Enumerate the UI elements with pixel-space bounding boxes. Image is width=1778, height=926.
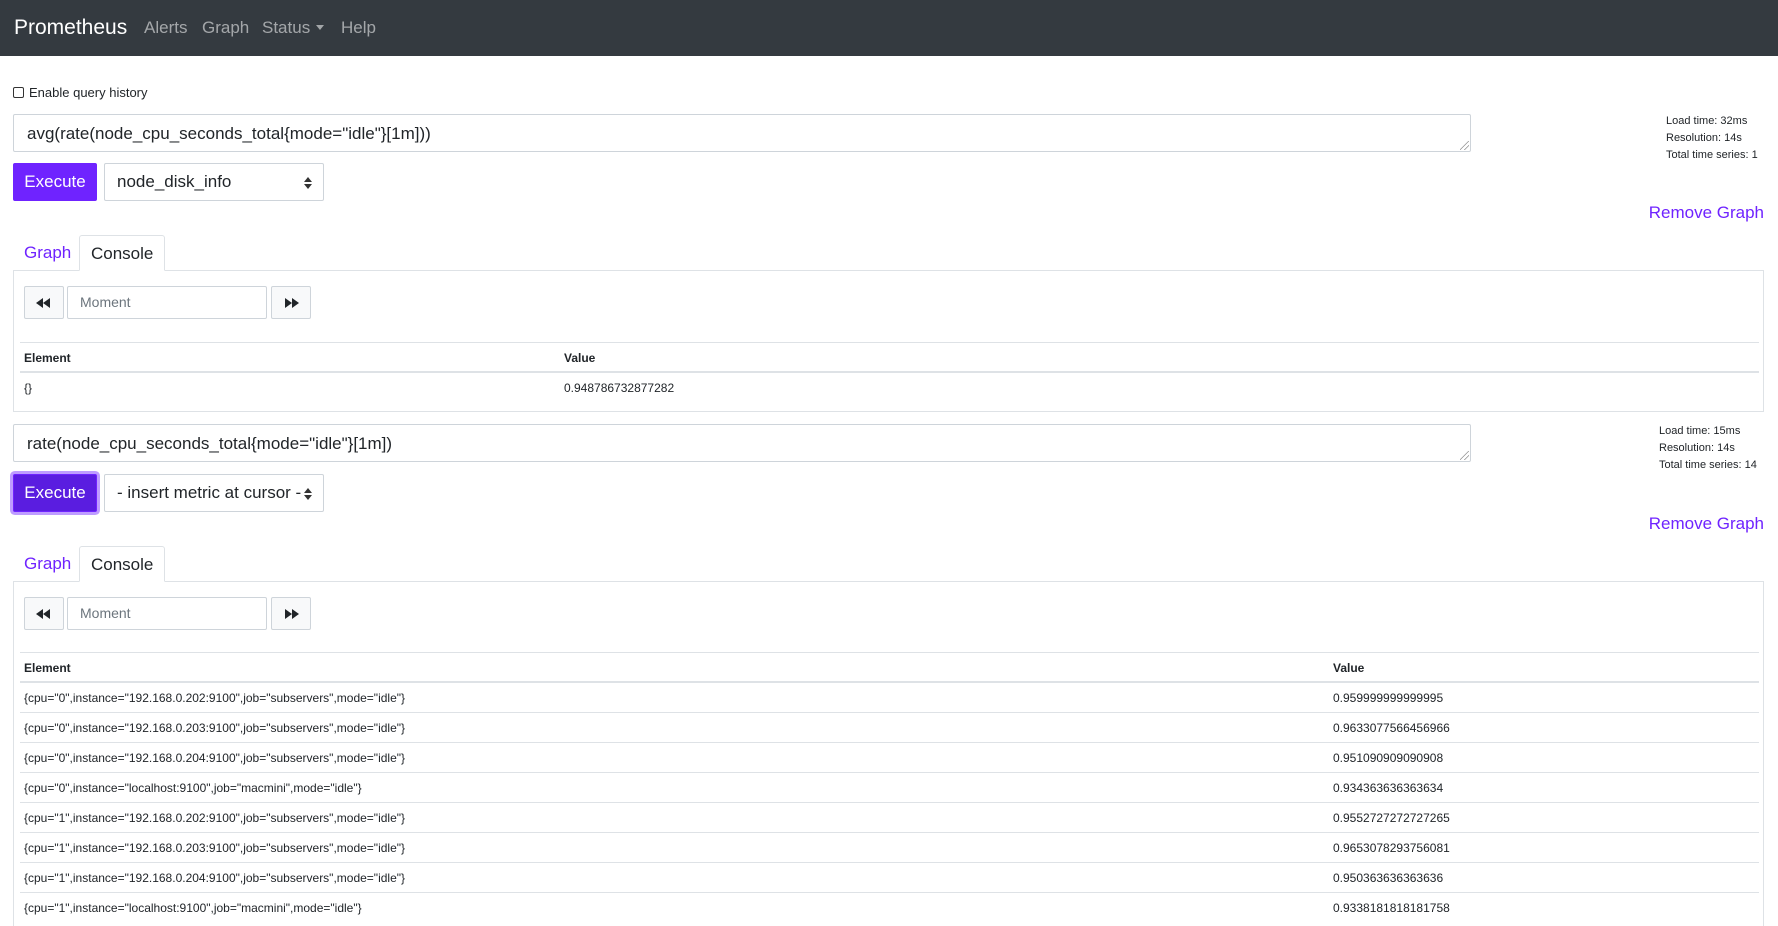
- table-row: {cpu="0",instance="192.168.0.202:9100",j…: [20, 683, 1759, 713]
- execute-button[interactable]: Execute: [13, 163, 97, 201]
- remove-graph-link[interactable]: Remove Graph: [1649, 202, 1764, 224]
- top-navbar: Prometheus Alerts Graph Status Help: [0, 0, 1778, 56]
- expression-text: rate(node_cpu_seconds_total{mode="idle"}…: [27, 434, 393, 453]
- row-element: {}: [24, 381, 33, 395]
- row-element: {cpu="1",instance="192.168.0.202:9100",j…: [24, 811, 406, 825]
- row-element: {cpu="0",instance="192.168.0.202:9100",j…: [24, 691, 406, 705]
- moment-back-button[interactable]: [24, 286, 64, 319]
- execute-button[interactable]: Execute: [13, 474, 97, 512]
- resolution: Resolution: 14s: [1666, 132, 1742, 144]
- caret-down-icon: [316, 25, 325, 31]
- moment-forward-button[interactable]: [271, 597, 311, 630]
- total-time-series: Total time series: 1: [1666, 149, 1758, 161]
- table-row: {cpu="1",instance="192.168.0.204:9100",j…: [20, 863, 1759, 893]
- query-stats: Load time: 15ms Resolution: 14s Total ti…: [1659, 423, 1757, 474]
- row-value: 0.9338181818181758: [1333, 901, 1450, 915]
- moment-forward-button[interactable]: [271, 286, 311, 319]
- column-value: Value: [1333, 661, 1365, 675]
- backward-icon-second: [43, 298, 50, 308]
- backward-icon-second: [43, 609, 50, 619]
- column-element: Element: [24, 351, 71, 365]
- row-value: 0.950363636363636: [1333, 871, 1444, 885]
- forward-icon-second: [292, 609, 299, 619]
- load-time: Load time: 32ms: [1666, 115, 1748, 127]
- row-value: 0.934363636363634: [1333, 781, 1444, 795]
- row-value: 0.9633077566456966: [1333, 721, 1450, 735]
- tab-console[interactable]: Console: [79, 546, 166, 582]
- moment-input[interactable]: Moment: [67, 286, 267, 319]
- expression-input[interactable]: avg(rate(node_cpu_seconds_total{mode="id…: [13, 114, 1471, 152]
- row-element: {cpu="0",instance="192.168.0.204:9100",j…: [24, 751, 406, 765]
- row-value: 0.9653078293756081: [1333, 841, 1450, 855]
- metric-select[interactable]: node_disk_info: [104, 163, 324, 201]
- resolution: Resolution: 14s: [1659, 442, 1735, 454]
- table-header: Element Value: [20, 342, 1759, 373]
- forward-icon: [285, 609, 292, 619]
- column-element: Element: [24, 661, 71, 675]
- table-row: {cpu="0",instance="localhost:9100",job="…: [20, 773, 1759, 803]
- results-table: Element Value {cpu="0",instance="192.168…: [20, 652, 1759, 926]
- table-row: {cpu="1",instance="192.168.0.202:9100",j…: [20, 803, 1759, 833]
- remove-graph-link[interactable]: Remove Graph: [1649, 513, 1764, 535]
- row-value: 0.959999999999995: [1333, 691, 1444, 705]
- load-time: Load time: 15ms: [1659, 425, 1741, 437]
- select-arrows-icon: [304, 488, 312, 500]
- moment-back-button[interactable]: [24, 597, 64, 630]
- forward-icon: [285, 298, 292, 308]
- column-value: Value: [564, 351, 596, 365]
- query-history-label: Enable query history: [29, 85, 148, 100]
- console-panel: Moment Element Value {} 0.94878673287728…: [13, 270, 1764, 412]
- expression-text: avg(rate(node_cpu_seconds_total{mode="id…: [27, 124, 431, 143]
- metric-select-value: node_disk_info: [117, 172, 232, 191]
- table-row: {cpu="1",instance="localhost:9100",job="…: [20, 893, 1759, 923]
- table-row: {cpu="0",instance="192.168.0.204:9100",j…: [20, 743, 1759, 773]
- row-element: {cpu="0",instance="localhost:9100",job="…: [24, 781, 362, 795]
- row-element: {cpu="1",instance="192.168.0.203:9100",j…: [24, 841, 406, 855]
- row-element: {cpu="0",instance="192.168.0.203:9100",j…: [24, 721, 406, 735]
- table-row: {} 0.948786732877282: [20, 373, 1759, 403]
- metric-select[interactable]: - insert metric at cursor -: [104, 474, 324, 512]
- resize-handle-icon[interactable]: [1460, 451, 1469, 460]
- total-time-series: Total time series: 14: [1659, 459, 1757, 471]
- nav-status-dropdown[interactable]: Status: [262, 17, 325, 39]
- metric-select-value: - insert metric at cursor -: [117, 483, 302, 502]
- brand-logo[interactable]: Prometheus: [14, 14, 127, 42]
- tab-graph[interactable]: Graph: [13, 235, 82, 271]
- moment-input[interactable]: Moment: [67, 597, 267, 630]
- row-value: 0.948786732877282: [564, 381, 675, 395]
- nav-help[interactable]: Help: [341, 17, 376, 39]
- query-stats: Load time: 32ms Resolution: 14s Total ti…: [1666, 113, 1758, 164]
- row-element: {cpu="1",instance="192.168.0.204:9100",j…: [24, 871, 406, 885]
- nav-graph[interactable]: Graph: [202, 17, 249, 39]
- tab-console[interactable]: Console: [79, 235, 166, 271]
- nav-status-label: Status: [262, 18, 311, 37]
- row-value: 0.9552727272727265: [1333, 811, 1450, 825]
- backward-icon: [36, 609, 43, 619]
- backward-icon: [36, 298, 43, 308]
- query-history-checkbox[interactable]: [13, 87, 24, 98]
- table-header: Element Value: [20, 652, 1759, 683]
- nav-alerts[interactable]: Alerts: [144, 17, 187, 39]
- row-value: 0.951090909090908: [1333, 751, 1444, 765]
- table-row: {cpu="0",instance="192.168.0.203:9100",j…: [20, 713, 1759, 743]
- forward-icon-second: [292, 298, 299, 308]
- tab-graph[interactable]: Graph: [13, 546, 82, 582]
- expression-input[interactable]: rate(node_cpu_seconds_total{mode="idle"}…: [13, 424, 1471, 462]
- results-table: Element Value {} 0.948786732877282: [20, 342, 1759, 404]
- resize-handle-icon[interactable]: [1460, 141, 1469, 150]
- table-row: {cpu="1",instance="192.168.0.203:9100",j…: [20, 833, 1759, 863]
- console-panel: Moment Element Value {cpu="0",instance="…: [13, 581, 1764, 926]
- select-arrows-icon: [304, 177, 312, 189]
- row-element: {cpu="1",instance="localhost:9100",job="…: [24, 901, 362, 915]
